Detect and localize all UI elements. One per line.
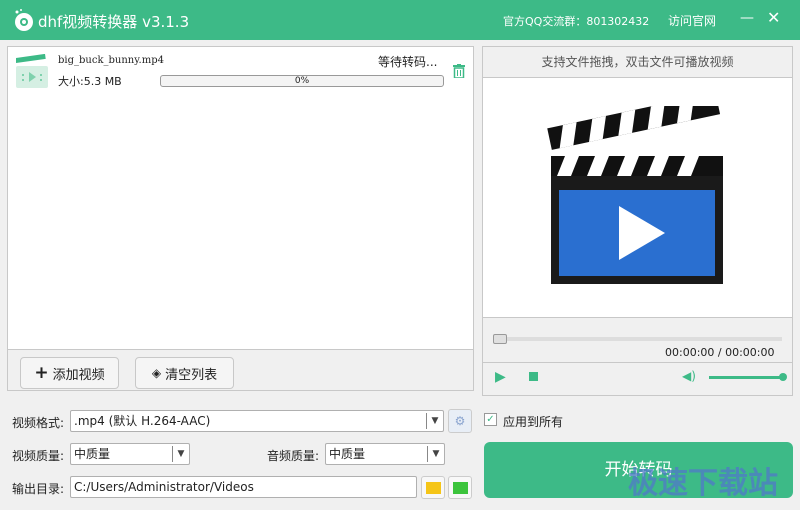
file-status: 等待转码... xyxy=(378,55,438,69)
chevron-down-icon: ▼ xyxy=(426,413,443,429)
seek-handle[interactable] xyxy=(493,334,507,344)
video-quality-label: 视频质量: xyxy=(12,449,65,463)
add-video-button[interactable]: + 添加视频 xyxy=(20,357,119,389)
list-toolbar: + 添加视频 ◈ 清空列表 xyxy=(8,349,473,390)
time-display: 00:00:00 / 00:00:00 xyxy=(665,346,775,359)
file-list-item[interactable]: big_buck_bunny.mp4 大小:5.3 MB 等待转码... 0% xyxy=(8,47,473,91)
audio-quality-value: 中质量 xyxy=(329,447,366,461)
apply-all-label: 应用到所有 xyxy=(503,415,564,429)
video-quality-select[interactable]: 中质量 ▼ xyxy=(70,443,190,465)
format-select[interactable]: .mp4 (默认 H.264-AAC) ▼ xyxy=(70,410,444,432)
gear-icon: ⚙ xyxy=(454,414,466,428)
audio-quality-select[interactable]: 中质量 ▼ xyxy=(325,443,445,465)
format-settings-button[interactable]: ⚙ xyxy=(448,409,472,433)
output-dir-value: C:/Users/Administrator/Videos xyxy=(74,480,254,494)
file-name: big_buck_bunny.mp4 xyxy=(58,55,164,66)
title-bar: dhf视频转换器 v3.1.3 官方QQ交流群：801302432 访问官网 —… xyxy=(0,0,800,40)
file-size: 大小:5.3 MB xyxy=(58,75,122,88)
player-controls: ▶ ◀) xyxy=(483,362,792,395)
visit-website-link[interactable]: 访问官网 xyxy=(668,12,716,29)
add-video-label: 添加视频 xyxy=(52,367,105,383)
file-list-panel: big_buck_bunny.mp4 大小:5.3 MB 等待转码... 0% … xyxy=(7,46,474,391)
file-progress-bar: 0% xyxy=(160,75,444,87)
browse-folder-button[interactable] xyxy=(421,476,445,499)
clapperboard-icon xyxy=(547,106,723,284)
eraser-icon: ◈ xyxy=(151,366,162,380)
open-folder-button[interactable] xyxy=(448,476,472,499)
audio-quality-label: 音频质量: xyxy=(267,449,320,463)
progress-text: 0% xyxy=(294,76,310,86)
clear-list-button[interactable]: ◈ 清空列表 xyxy=(135,357,234,389)
volume-slider[interactable] xyxy=(709,376,783,379)
apply-all-checkbox[interactable]: ✓ xyxy=(484,413,497,426)
app-logo-icon xyxy=(15,9,33,31)
volume-handle[interactable] xyxy=(779,373,787,381)
preview-panel: 支持文件拖拽，双击文件可播放视频 00:00:00 / 00:00:00 ▶ ◀… xyxy=(482,46,793,396)
clear-list-label: 清空列表 xyxy=(165,367,218,383)
play-icon[interactable]: ▶ xyxy=(495,369,506,385)
stop-icon[interactable] xyxy=(529,372,538,381)
minimize-button[interactable]: — xyxy=(740,10,754,26)
video-file-icon xyxy=(16,54,48,88)
output-dir-label: 输出目录: xyxy=(12,482,65,496)
open-folder-icon xyxy=(453,482,468,494)
chevron-down-icon: ▼ xyxy=(172,446,189,462)
output-dir-input[interactable]: C:/Users/Administrator/Videos xyxy=(70,476,417,498)
trash-icon[interactable] xyxy=(453,64,465,78)
folder-icon xyxy=(426,482,441,494)
chevron-down-icon: ▼ xyxy=(427,446,444,462)
close-button[interactable]: ✕ xyxy=(767,8,780,27)
plus-icon: + xyxy=(34,363,49,383)
qq-group-text: 官方QQ交流群：801302432 xyxy=(503,15,650,28)
volume-icon[interactable]: ◀) xyxy=(682,369,696,383)
seek-bar[interactable] xyxy=(493,337,782,341)
video-quality-value: 中质量 xyxy=(74,447,111,461)
watermark: 极速下载站 xyxy=(628,466,778,501)
video-preview[interactable] xyxy=(483,78,792,318)
format-value: .mp4 (默认 H.264-AAC) xyxy=(74,414,211,428)
format-label: 视频格式: xyxy=(12,416,65,430)
drag-hint: 支持文件拖拽，双击文件可播放视频 xyxy=(483,47,792,78)
app-title: dhf视频转换器 v3.1.3 xyxy=(38,13,190,31)
